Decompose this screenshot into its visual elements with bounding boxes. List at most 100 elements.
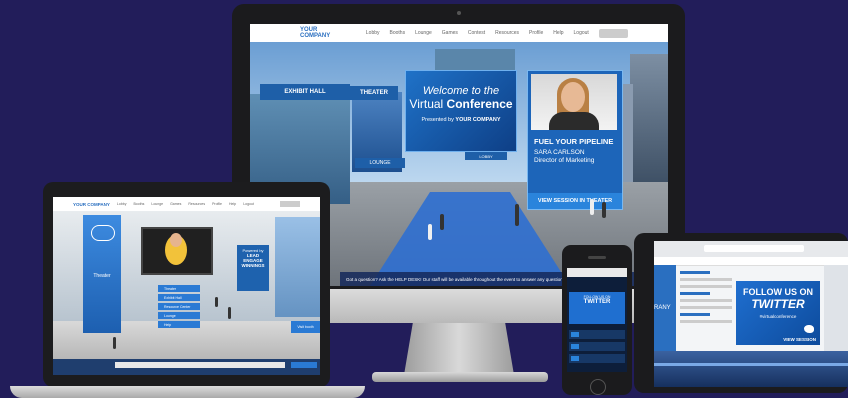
- list-line: [680, 320, 732, 323]
- nav-logout[interactable]: Logout: [574, 30, 589, 36]
- nav-resources[interactable]: Resources: [495, 30, 519, 36]
- nav-lobby[interactable]: Lobby: [366, 30, 380, 36]
- speaker-headline: FUEL YOUR PIPELINE: [534, 137, 614, 146]
- phone-speaker: [588, 256, 606, 259]
- laptop-nav-booths[interactable]: Booths: [133, 202, 144, 206]
- speaker-photo: [531, 74, 617, 130]
- lobby-sign[interactable]: LOBBY: [465, 152, 507, 160]
- list-thumb: [571, 332, 579, 337]
- visit-booth-button[interactable]: Visit booth: [291, 321, 320, 333]
- list-item[interactable]: [569, 342, 625, 351]
- menu-theater[interactable]: Theater: [158, 285, 200, 292]
- tablet-twitter-b: TWITTER: [751, 297, 805, 311]
- crowd-stripe: [654, 363, 848, 366]
- monitor-stand-base: [372, 372, 548, 382]
- list-heading: [680, 271, 710, 274]
- list-line: [680, 306, 732, 309]
- menu-lounge[interactable]: Lounge: [158, 312, 200, 319]
- tablet-twitter-a: FOLLOW US ON: [743, 287, 813, 297]
- welcome-line1: Welcome to the: [422, 85, 500, 97]
- company-logo[interactable]: YOUR COMPANY: [300, 27, 348, 39]
- nav-contest[interactable]: Contest: [468, 30, 485, 36]
- laptop-nav-resources[interactable]: Resources: [188, 202, 205, 206]
- nav-games[interactable]: Games: [442, 30, 458, 36]
- glass-building: [435, 49, 515, 71]
- nav-lounge[interactable]: Lounge: [415, 30, 432, 36]
- menu-help[interactable]: Help: [158, 321, 200, 328]
- laptop-base: [10, 386, 365, 398]
- lobby-menu: Theater Exhibit Hall Resource Center Lou…: [158, 285, 200, 329]
- laptop-search-button[interactable]: [280, 201, 300, 207]
- exhibit-hall-sign[interactable]: EXHIBIT HALL: [260, 84, 350, 100]
- phone-twitter-big: TWITTER: [583, 299, 611, 305]
- twitter-bird-icon: [804, 325, 814, 333]
- nav-search-button[interactable]: [598, 28, 628, 38]
- sponsor-bold: LEAD ENGAGE WINNINGS: [241, 253, 265, 268]
- tablet-right-column: [824, 265, 848, 351]
- list-item[interactable]: [569, 354, 625, 363]
- laptop-screen: Theater Theater Exhibit Hall Resource Ce…: [53, 197, 320, 375]
- window-wall: [275, 217, 320, 317]
- video-screen[interactable]: [141, 227, 213, 275]
- tablet-screen: RANY FOLLOW US ON TWITTER #virtualconfer…: [654, 241, 848, 387]
- view-session-button[interactable]: VIEW SESSION IN THEATER: [528, 193, 622, 209]
- laptop-nav-lounge[interactable]: Lounge: [151, 202, 163, 206]
- list-heading: [680, 313, 710, 316]
- speaker-name: SARA CARLSON: [534, 149, 585, 156]
- browser-url-field[interactable]: [704, 245, 804, 252]
- list-line: [680, 278, 732, 281]
- welcome-banner: Welcome to the Virtual Conference Presen…: [405, 70, 517, 152]
- tablet-twitter-handle: #virtualconference: [759, 314, 797, 319]
- tablet-left-banner: RANY: [654, 265, 676, 351]
- laptop-nav-lobby[interactable]: Lobby: [117, 202, 127, 206]
- tablet-content-list: [680, 267, 732, 349]
- phone-twitter-banner[interactable]: FOLLOW US ON TWITTER: [569, 292, 625, 324]
- laptop-nav-bar: YOUR COMPANY Lobby Booths Lounge Games R…: [53, 197, 320, 211]
- tablet-view-session-button[interactable]: VIEW SESSION: [783, 337, 816, 342]
- nav-booths[interactable]: Booths: [390, 30, 406, 36]
- visitor-figure: [428, 224, 432, 240]
- theater-sign[interactable]: THEATER: [350, 86, 398, 100]
- list-line: [680, 299, 732, 302]
- cloud-icon: [91, 225, 115, 241]
- speaker-face: [561, 82, 585, 112]
- speaker-role: Director of Marketing: [534, 157, 595, 164]
- theater-pillar[interactable]: Theater: [83, 215, 121, 333]
- lounge-sign[interactable]: LOUNGE: [355, 158, 405, 168]
- visitor-figure: [113, 337, 116, 349]
- visitor-figure: [515, 204, 519, 226]
- laptop-nav-games[interactable]: Games: [170, 202, 181, 206]
- presented-by: Presented by YOUR COMPANY: [406, 117, 516, 123]
- presented-by-company: YOUR COMPANY: [455, 117, 501, 123]
- laptop-nav-help[interactable]: Help: [229, 202, 236, 206]
- visitor-figure: [228, 307, 231, 319]
- laptop-company-logo[interactable]: YOUR COMPANY: [73, 202, 110, 207]
- nav-profile[interactable]: Profile: [529, 30, 543, 36]
- speaker-torso: [549, 112, 599, 130]
- menu-exhibit-hall[interactable]: Exhibit Hall: [158, 294, 200, 301]
- menu-resource-center[interactable]: Resource Center: [158, 303, 200, 310]
- list-thumb: [571, 344, 579, 349]
- tablet-nav-bar: [654, 257, 848, 266]
- phone-home-button[interactable]: [590, 379, 606, 395]
- presented-by-label: Presented by: [421, 117, 454, 123]
- speaker-panel[interactable]: FUEL YOUR PIPELINE SARA CARLSON Director…: [527, 70, 623, 210]
- nav-help[interactable]: Help: [553, 30, 563, 36]
- tablet-twitter-banner[interactable]: FOLLOW US ON TWITTER #virtualconference …: [736, 281, 820, 345]
- laptop-nav-logout[interactable]: Logout: [243, 202, 254, 206]
- welcome-line2: Virtual Conference: [406, 97, 516, 111]
- laptop-nav-profile[interactable]: Profile: [212, 202, 222, 206]
- webcam-dot: [457, 11, 461, 15]
- visitor-figure: [602, 202, 606, 218]
- theater-label: Theater: [93, 273, 111, 279]
- chat-send-button[interactable]: [291, 362, 317, 368]
- chat-input[interactable]: [115, 362, 285, 368]
- list-heading: [680, 292, 710, 295]
- visitor-figure: [440, 214, 444, 230]
- tablet-side-text: RANY: [654, 305, 671, 311]
- list-item[interactable]: [569, 330, 625, 339]
- phone-address-bar[interactable]: [567, 268, 627, 277]
- visitor-figure: [590, 199, 594, 215]
- welcome-conference: Conference: [446, 97, 513, 111]
- monitor-stand-neck: [404, 323, 514, 375]
